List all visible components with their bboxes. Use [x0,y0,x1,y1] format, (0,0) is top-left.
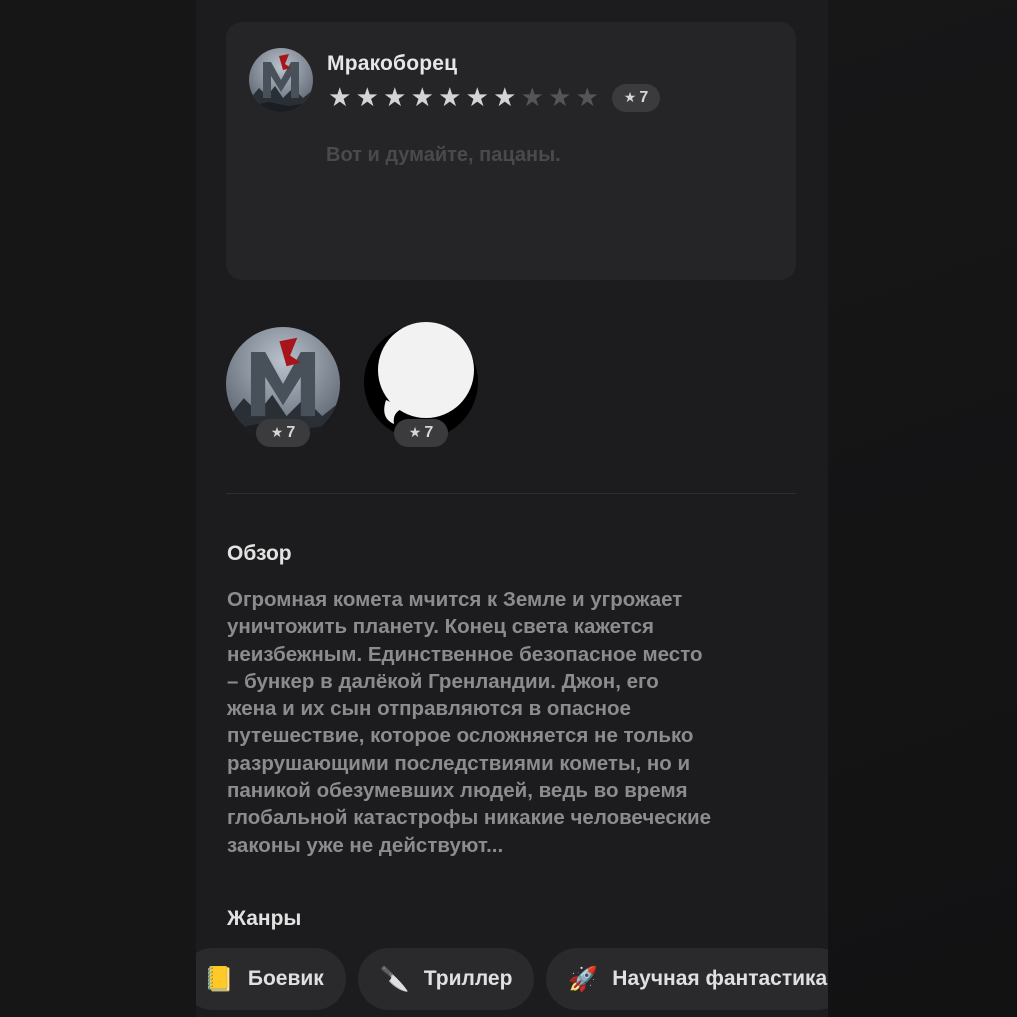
star-filled-icon: ★ [410,83,434,113]
star-filled-icon: ★ [465,83,489,113]
star-filled-icon: ★ [328,83,352,113]
rocket-icon: 🚀 [568,965,599,993]
reviewer-avatar[interactable] [249,48,313,112]
movie-detail-panel: Мракоборец ★ ★ ★ ★ ★ ★ ★ ★ ★ ★ ★ 7 Вот и думайте,… [196,0,828,1017]
genre-chip-action[interactable]: 📒 Боевик [196,948,346,1010]
star-filled-icon: ★ [383,83,407,113]
star-filled-icon: ★ [355,83,379,113]
notebook-icon: 📒 [204,965,234,993]
star-filled-icon: ★ [493,83,517,113]
rating-badge-value: 7 [639,89,649,106]
reviewer-name[interactable]: Мракоборец [327,52,457,76]
genre-label: Научная фантастика [612,967,828,990]
overview-text: Огромная комета мчится к Земле и угрожае… [227,588,712,857]
friend-rating-value-2: 7 [424,424,434,441]
section-divider [226,493,796,494]
review-card[interactable]: Мракоборец ★ ★ ★ ★ ★ ★ ★ ★ ★ ★ ★ 7 Вот и думайте,… [226,22,796,280]
genre-label: Боевик [247,967,324,990]
rating-badge: ★ 7 [612,84,660,112]
genre-chip-thriller[interactable]: 🔪 Триллер [357,948,535,1010]
star-empty-icon: ★ [575,83,599,113]
friend-rating-1[interactable]: ★ 7 [226,327,340,447]
friend-rating-2[interactable]: ★ 7 [364,320,478,447]
monster-m-avatar-icon [249,48,313,112]
rating-stars: ★ ★ ★ ★ ★ ★ ★ ★ ★ ★ [326,84,601,112]
star-icon: ★ [270,425,284,441]
star-filled-icon: ★ [438,83,462,113]
star-icon: ★ [408,425,422,441]
genres-title: Жанры [227,907,302,930]
friend-rating-badge-1: ★ 7 [256,419,310,447]
friend-rating-value-1: 7 [286,424,296,441]
background-right [828,0,1017,1017]
friend-rating-badge-2: ★ 7 [394,419,448,447]
star-empty-icon: ★ [548,83,572,113]
genre-chip-scifi[interactable]: 🚀 Научная фантастика [546,948,828,1010]
star-icon: ★ [623,90,637,106]
genre-label: Триллер [423,967,513,990]
knife-icon: 🔪 [379,965,410,993]
review-text: Вот и думайте, пацаны. [326,144,561,166]
star-empty-icon: ★ [520,83,544,113]
overview-title: Обзор [227,542,292,565]
genres-list: 📒 Боевик 🔪 Триллер 🚀 Научная фантастика [196,948,828,1010]
